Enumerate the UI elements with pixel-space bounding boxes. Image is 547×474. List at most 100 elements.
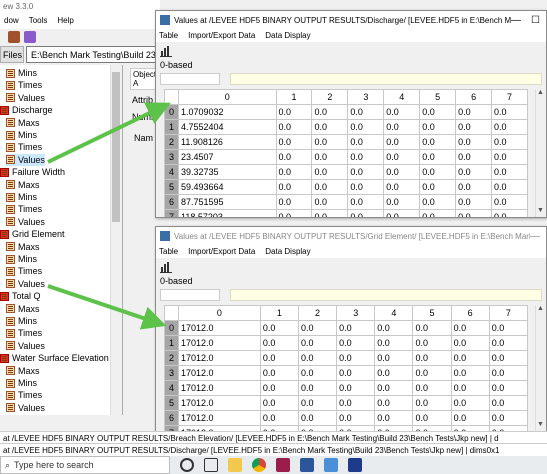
path-field[interactable]: E:\Bench Mark Testing\Build 23\E — [26, 46, 160, 63]
tree-item[interactable]: Maxs — [6, 365, 40, 377]
table-cell[interactable]: 0.0 — [374, 380, 414, 396]
tree-item[interactable]: Values — [6, 153, 45, 166]
table-cell[interactable]: 0.0 — [383, 209, 421, 217]
table-cell[interactable]: 1.0709032 — [178, 104, 277, 120]
table-cell[interactable]: 0.0 — [311, 149, 349, 165]
menu-table[interactable]: Table — [159, 31, 178, 40]
table-cell[interactable]: 0.0 — [450, 380, 490, 396]
table-cell[interactable]: 0.0 — [455, 194, 493, 210]
table-cell[interactable]: 0.0 — [488, 350, 529, 366]
tree-item[interactable]: Times — [6, 389, 42, 401]
table-cell[interactable]: 0.0 — [491, 119, 528, 135]
row-header[interactable]: 0 — [164, 320, 179, 336]
app-icon[interactable] — [324, 458, 338, 472]
tree-item[interactable]: Values — [6, 402, 45, 414]
table-cell[interactable]: 0.0 — [336, 335, 376, 351]
table-cell[interactable]: 0.0 — [419, 209, 457, 217]
table-cell[interactable]: 0.0 — [491, 194, 528, 210]
table-cell[interactable]: 0.0 — [374, 410, 414, 426]
table-cell[interactable]: 0.0 — [488, 320, 529, 336]
table-cell[interactable]: 0.0 — [374, 335, 414, 351]
cell-value-field[interactable] — [230, 289, 542, 301]
table-cell[interactable]: 0.0 — [383, 119, 421, 135]
chrome-icon[interactable] — [252, 458, 266, 472]
table-cell[interactable]: 0.0 — [336, 395, 376, 411]
table-cell[interactable]: 0.0 — [336, 365, 376, 381]
table-cell[interactable]: 0.0 — [412, 320, 452, 336]
table-cell[interactable]: 11.908126 — [178, 134, 277, 150]
chart-icon[interactable] — [160, 45, 172, 57]
column-header[interactable]: 7 — [488, 305, 529, 321]
table-cell[interactable]: 0.0 — [259, 350, 299, 366]
row-header[interactable]: 0 — [164, 104, 179, 120]
table-cell[interactable]: 0.0 — [336, 350, 376, 366]
table-cell[interactable]: 0.0 — [488, 365, 529, 381]
table-cell[interactable]: 0.0 — [374, 365, 414, 381]
table-cell[interactable]: 0.0 — [383, 149, 421, 165]
column-header[interactable]: 5 — [419, 89, 457, 105]
table-cell[interactable]: 0.0 — [450, 365, 490, 381]
tree-item[interactable]: Mins — [6, 315, 37, 327]
table-cell[interactable]: 0.0 — [412, 410, 452, 426]
menu-import-export[interactable]: Import/Export Data — [188, 247, 255, 256]
table-cell[interactable]: 0.0 — [275, 149, 313, 165]
table-cell[interactable]: 0.0 — [374, 320, 414, 336]
column-header[interactable]: 4 — [374, 305, 414, 321]
table-cell[interactable]: 0.0 — [347, 164, 385, 180]
table-cell[interactable]: 0.0 — [311, 209, 349, 217]
table-cell[interactable]: 0.0 — [336, 380, 376, 396]
row-header[interactable]: 3 — [164, 149, 179, 165]
row-header[interactable]: 5 — [164, 395, 179, 411]
table-cell[interactable]: 0.0 — [419, 194, 457, 210]
tree-item[interactable]: Mins — [6, 253, 37, 265]
column-header[interactable]: 4 — [383, 89, 421, 105]
scroll-up-icon[interactable]: ▲ — [536, 305, 545, 315]
table-cell[interactable]: 0.0 — [419, 164, 457, 180]
table-cell[interactable]: 0.0 — [412, 395, 452, 411]
tree-item[interactable]: Maxs — [6, 303, 40, 315]
table-cell[interactable]: 87.751595 — [178, 194, 277, 210]
table-cell[interactable]: 0.0 — [419, 179, 457, 195]
table-cell[interactable]: 0.0 — [455, 119, 493, 135]
tree-item[interactable]: Maxs — [6, 117, 40, 129]
menu-data-display[interactable]: Data Display — [265, 31, 310, 40]
row-header[interactable]: 2 — [164, 350, 179, 366]
table-cell[interactable]: 17012.0 — [178, 335, 261, 351]
table-cell[interactable]: 0.0 — [383, 179, 421, 195]
column-header[interactable]: 6 — [455, 89, 493, 105]
table-cell[interactable]: 118.57203 — [178, 209, 277, 217]
table-cell[interactable]: 0.0 — [347, 104, 385, 120]
row-header[interactable]: 6 — [164, 410, 179, 426]
table-cell[interactable]: 17012.0 — [178, 365, 261, 381]
table-cell[interactable]: 0.0 — [455, 179, 493, 195]
table-cell[interactable]: 0.0 — [297, 350, 338, 366]
table-cell[interactable]: 0.0 — [419, 134, 457, 150]
table-cell[interactable]: 0.0 — [491, 209, 528, 217]
tree-item[interactable]: Times — [6, 327, 42, 339]
table-cell[interactable]: 0.0 — [488, 395, 529, 411]
table-cell[interactable]: 0.0 — [275, 164, 313, 180]
cell-index-field[interactable] — [160, 73, 220, 85]
table-cell[interactable]: 0.0 — [347, 209, 385, 217]
table-cell[interactable]: 0.0 — [259, 365, 299, 381]
table-cell[interactable]: 0.0 — [259, 395, 299, 411]
table-cell[interactable]: 0.0 — [275, 209, 313, 217]
tree-item[interactable]: Mins — [6, 67, 37, 79]
table-cell[interactable]: 0.0 — [297, 395, 338, 411]
table-cell[interactable]: 0.0 — [297, 320, 338, 336]
table-scrollbar[interactable]: ▲ ▼ — [535, 305, 545, 431]
table-cell[interactable]: 0.0 — [275, 134, 313, 150]
table-cell[interactable]: 0.0 — [336, 320, 376, 336]
column-header[interactable]: 6 — [450, 305, 490, 321]
table-cell[interactable]: 0.0 — [275, 104, 313, 120]
menu-tools[interactable]: Tools — [29, 16, 48, 27]
tree-item[interactable]: Values — [6, 278, 45, 290]
column-header[interactable]: 3 — [347, 89, 385, 105]
column-header[interactable]: 7 — [491, 89, 528, 105]
table-cell[interactable]: 0.0 — [383, 164, 421, 180]
table-cell[interactable]: 0.0 — [491, 164, 528, 180]
table-cell[interactable]: 0.0 — [455, 134, 493, 150]
table-cell[interactable]: 0.0 — [412, 350, 452, 366]
table-cell[interactable]: 0.0 — [347, 134, 385, 150]
table-cell[interactable]: 0.0 — [455, 209, 493, 217]
